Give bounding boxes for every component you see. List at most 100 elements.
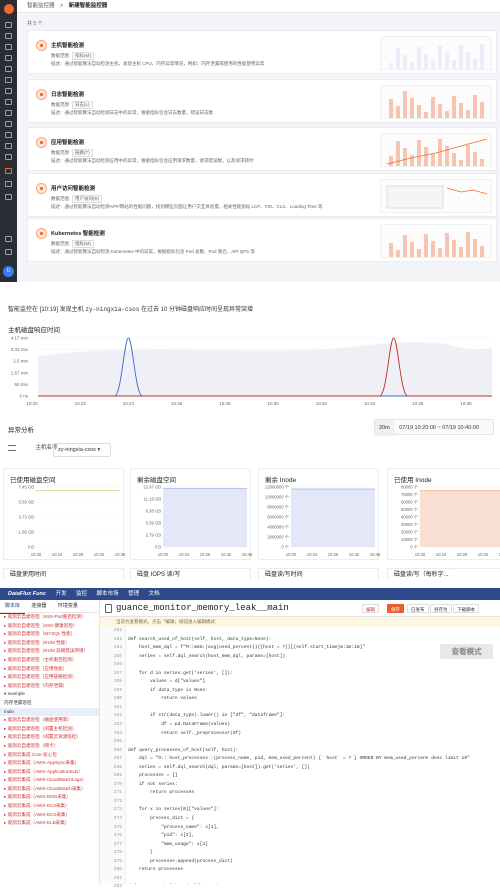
nav-icon[interactable] xyxy=(5,77,12,83)
script-tree-item[interactable]: ▸ 观测云自建巡检（K8S-健康巡检） xyxy=(0,622,99,631)
script-tree-item[interactable]: ▸ 观测云自建巡检（磁盘使用率） xyxy=(0,716,99,725)
monitor-template-card[interactable]: Kubernetes 智能检测 数据范围 指标(M) 描述：通过智能算法自动检测 Ku… xyxy=(27,218,497,262)
line-number: 280 xyxy=(113,867,122,873)
script-tree-item[interactable]: ▸ 观测云自建巡检（MYSQL 性能） xyxy=(0,630,99,639)
menu-market[interactable]: 脚本市场 xyxy=(97,591,119,597)
script-tree-item[interactable]: ▸ 观测云自建巡检（主机重启检测） xyxy=(0,656,99,665)
nav-icon[interactable] xyxy=(5,55,12,61)
time-range: 07/19 10:20:00 ~ 07/19 10:40:00 xyxy=(399,425,479,431)
app-title[interactable]: DataFlux Func xyxy=(8,591,46,597)
host-select[interactable]: zy-ningxia-csos ▾ xyxy=(53,443,111,457)
line-number: 255 xyxy=(113,653,122,659)
script-tree-item[interactable]: ▸ 观测云集成（AWS-ECS采集） xyxy=(0,811,99,820)
nav-icon[interactable] xyxy=(5,181,12,187)
nav-icon[interactable] xyxy=(5,143,12,149)
script-tree-item[interactable]: ▸ 观测云集成（AWS-CloudWatchLogs） xyxy=(0,776,99,785)
script-tree-item[interactable]: ▸ 观测云自建巡检（RUM 前端错误突增） xyxy=(0,647,99,656)
desc-label: 描述 xyxy=(51,110,60,115)
monitor-template-card[interactable]: 用户访问智能检测 数据范围 用户访问(R) 描述：通过智能算法自动检测APP/网站的性… xyxy=(27,173,497,217)
tab-env-vars[interactable]: 环境变量 xyxy=(53,600,83,613)
script-tree-item[interactable]: ▾ example xyxy=(0,690,99,699)
preview-bar xyxy=(424,147,428,166)
preview-bar xyxy=(396,106,400,118)
nav-icon[interactable] xyxy=(5,33,12,39)
monitor-template-card[interactable]: 主机智能检测 数据范围 指标(M) 描述：通过智能算法自动检测主机，发现主机 CPU、… xyxy=(27,30,497,74)
monitor-template-card[interactable]: 日志智能检测 数据范围 日志(L) 描述：通过智能算法自动检测日志中的异常，根据指标包… xyxy=(27,79,497,123)
nav-icon[interactable] xyxy=(5,66,12,72)
avatar[interactable]: U xyxy=(3,266,14,277)
preview-bar xyxy=(466,110,470,118)
menu-monitor[interactable]: 监控 xyxy=(76,591,87,597)
line-number: 265 xyxy=(113,739,122,745)
filter-icon[interactable] xyxy=(8,444,16,451)
x-tick-label: 10:28 xyxy=(73,552,84,557)
tab-connectors[interactable]: 连接器 xyxy=(26,600,51,613)
script-tree-item[interactable]: ▸ 观测云集成 Core 核心包 xyxy=(0,751,99,760)
y-tick-label: 10000 个 xyxy=(401,537,419,542)
menu-dev[interactable]: 开发 xyxy=(55,591,66,597)
script-tree-item[interactable]: ▸ 观测云集成（AWS-CloudWatch采集） xyxy=(0,785,99,794)
edit-button[interactable]: 编辑 xyxy=(362,604,379,613)
preview-bar xyxy=(410,62,414,69)
script-tree-item[interactable]: ▸ 观测云自建巡检（闲置主机检测） xyxy=(0,725,99,734)
script-tree-item[interactable]: ▸ 观测云集成（AWS-ApplicationELB） xyxy=(0,768,99,777)
confidence-band xyxy=(38,342,492,396)
time-badge[interactable]: 20m xyxy=(375,420,394,436)
script-tree-item[interactable]: ▸ 观测云自建巡检（网卡） xyxy=(0,742,99,751)
script-tree-item[interactable]: main xyxy=(0,707,99,717)
script-tree-item[interactable]: ▸ 观测云自建巡检（K8S-Pod重启检测） xyxy=(0,613,99,622)
nav-icon[interactable] xyxy=(5,110,12,116)
save-button[interactable]: 保存 xyxy=(387,604,404,613)
preview-bar xyxy=(466,232,470,257)
download-button[interactable]: 下载脚本 xyxy=(453,604,479,613)
y-tick-label: 1.67 min xyxy=(11,370,29,375)
nav-icon[interactable] xyxy=(5,44,12,50)
nav-icon[interactable] xyxy=(5,22,12,28)
script-tree-item[interactable]: ▸ 观测云自建巡检（闲置云资源巡检） xyxy=(0,733,99,742)
save-as-button[interactable]: 另存为 xyxy=(430,604,452,613)
line-number: 254 xyxy=(113,645,122,651)
x-tick-label: 10:24 xyxy=(307,552,318,557)
script-tree-item[interactable]: ▸ 观测云集成（AWS-EC2采集） xyxy=(0,802,99,811)
monitor-nav-icon[interactable] xyxy=(5,168,12,174)
nav-icon[interactable] xyxy=(5,154,12,160)
x-tick-label: 10:38 xyxy=(460,401,472,406)
time-range-picker[interactable]: 20m 07/19 10:20:00 ~ 07/19 10:40:00 xyxy=(374,419,494,436)
script-tree-item[interactable]: ▸ 观测云集成（AWS-DMS采集） xyxy=(0,793,99,802)
help-icon[interactable] xyxy=(5,236,12,242)
script-tree-item[interactable]: ▸ 观测云集成（AWS-AppSync采集） xyxy=(0,759,99,768)
line-number: 279 xyxy=(113,858,122,864)
nav-icon[interactable] xyxy=(5,132,12,138)
x-tick-label: 10:36 xyxy=(412,401,424,406)
code-editor[interactable]: def search_used_of_host(self, host, data… xyxy=(128,627,500,884)
script-tree-item[interactable]: ▸ 观测云自建巡检（应用性能） xyxy=(0,665,99,674)
code-line: values = d["values"] xyxy=(128,679,206,685)
func-editor-page: DataFlux Func 开发 监控 脚本市场 管理 文档 脚本库 连接器 环… xyxy=(0,588,500,889)
nav-icon[interactable] xyxy=(5,99,12,105)
line-number: 278 xyxy=(113,850,122,856)
menu-manage[interactable]: 管理 xyxy=(128,591,139,597)
breadcrumb-parent[interactable]: 智能监控器 xyxy=(27,3,55,9)
code-line: dql = "O::`host_processes`:(process_name… xyxy=(128,756,470,762)
preview-bar xyxy=(452,60,456,69)
menu-docs[interactable]: 文档 xyxy=(149,591,160,597)
script-tree-item[interactable]: ▸ 观测云自建巡检（内存泄漏） xyxy=(0,682,99,691)
nav-icon[interactable] xyxy=(5,121,12,127)
monitor-template-card[interactable]: 应用智能检测 数据范围 链路(T) 描述：通过智能算法自动检测应用中的异常，根据指标包… xyxy=(27,127,497,171)
script-tree-item[interactable]: ▸ 观测云自建巡检（RUM 性能） xyxy=(0,639,99,648)
script-tree-item[interactable]: 内存泄漏巡检 xyxy=(0,699,99,708)
nav-icon[interactable] xyxy=(5,194,12,200)
script-tree-item[interactable]: ▸ 观测云自建巡检（应用链路检测） xyxy=(0,673,99,682)
settings-icon[interactable] xyxy=(5,249,12,255)
nav-icon[interactable] xyxy=(5,88,12,94)
published-button[interactable]: 已发布 xyxy=(407,604,429,613)
card-preview-chart xyxy=(380,85,492,119)
x-tick-label: 10:24 xyxy=(123,401,135,406)
script-tree-item[interactable]: ▸ 观测云集成（AWS-ELB采集） xyxy=(0,819,99,828)
line-number: 273 xyxy=(113,807,122,813)
tab-scripts[interactable]: 脚本库 xyxy=(0,600,26,614)
range-tag: 指标(M) xyxy=(72,240,94,248)
code-line: if not series: xyxy=(128,781,178,787)
preview-bar xyxy=(445,146,449,166)
used-disk-chart: 0 B 1.86 GB 3.73 GB 5.59 GB 7.45 GB 10:20 10:2… xyxy=(19,485,125,558)
